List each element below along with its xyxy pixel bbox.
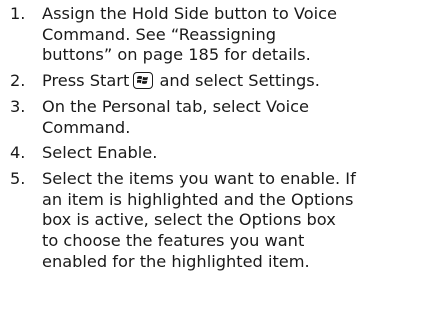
step-4: 4. Select Enable.	[10, 143, 420, 164]
step-3: 3. On the Personal tab, select Voice Com…	[10, 97, 420, 138]
step-5: 5. Select the items you want to enable. …	[10, 169, 420, 273]
step-text-line: Assign the Hold Side button to Voice	[42, 4, 337, 23]
step-text-line: Command.	[42, 117, 131, 137]
step-number: 2.	[10, 71, 26, 91]
step-text-line: Command. See “Reassigning	[42, 24, 277, 44]
step-number: 5.	[10, 168, 26, 188]
step-1: 1. Assign the Hold Side button to Voice …	[10, 4, 420, 66]
step-text-line: Select the items you want to enable. If	[42, 168, 356, 188]
step-text-line: Press Start and select Settings.	[42, 71, 420, 92]
windows-start-icon	[133, 72, 154, 90]
instruction-steps: 1. Assign the Hold Side button to Voice …	[10, 4, 420, 277]
step-text-before-icon: Press Start	[42, 71, 130, 91]
step-number: 4.	[10, 143, 26, 163]
step-text-line: On the Personal tab, select Voice	[42, 96, 309, 116]
step-text-line: an item is highlighted and the Options	[42, 189, 354, 209]
step-text-line: box is active, select the Options box	[42, 210, 336, 230]
step-text-line: buttons” on page 185 for details.	[42, 45, 311, 65]
step-2: 2. Press Start and select Settings.	[10, 71, 420, 92]
step-text-line: Select Enable.	[42, 143, 158, 163]
step-text-after-icon: and select Settings.	[159, 71, 320, 91]
step-number: 3.	[10, 96, 26, 116]
step-text-line: enabled for the highlighted item.	[42, 251, 310, 271]
step-text-line: to choose the features you want	[42, 231, 305, 251]
step-number: 1.	[10, 4, 26, 23]
